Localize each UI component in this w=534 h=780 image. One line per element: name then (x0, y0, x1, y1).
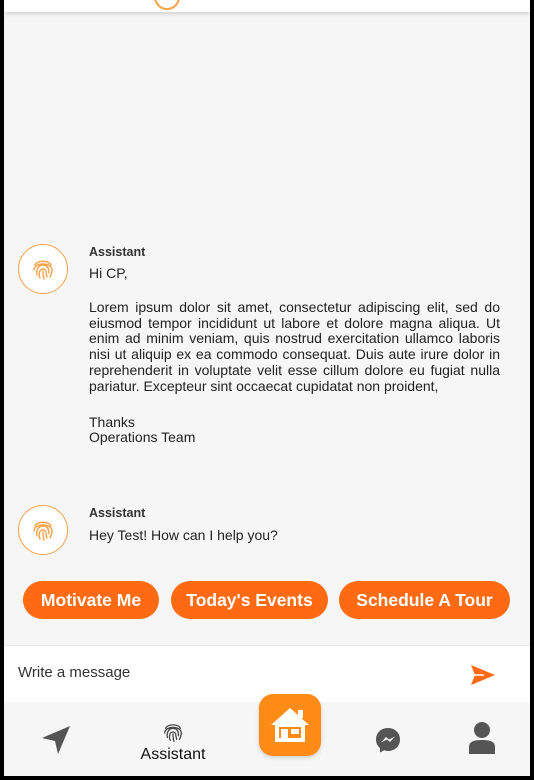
message-input[interactable]: Write a message (18, 664, 130, 681)
nav-label-assistant: Assistant (140, 746, 206, 763)
nav-item-home[interactable] (259, 694, 321, 756)
nav-item-assistant[interactable]: Assistant (128, 712, 218, 772)
home-icon (271, 708, 309, 742)
nav-item-messenger[interactable] (366, 722, 410, 758)
profile-icon (469, 722, 495, 754)
bottom-navigation: Assistant (4, 694, 530, 776)
app-header (4, 0, 530, 12)
fingerprint-icon (164, 724, 182, 742)
send-button[interactable] (468, 662, 498, 688)
send-icon (471, 665, 495, 685)
quick-replies: Motivate Me Today's Events Schedule A To… (4, 581, 530, 621)
message-signoff-thanks: Thanks (89, 413, 135, 430)
nav-item-explore[interactable] (34, 720, 78, 760)
nav-item-profile[interactable] (460, 718, 504, 758)
quick-reply-schedule-tour[interactable]: Schedule A Tour (339, 581, 510, 619)
message-signoff-team: Operations Team (89, 429, 196, 446)
message-body: Hey Test! How can I help you? (89, 527, 278, 543)
navigation-arrow-icon (42, 726, 70, 754)
header-logo-icon (154, 0, 180, 10)
quick-reply-todays-events[interactable]: Today's Events (171, 581, 328, 619)
message-greeting: Hi CP, (89, 265, 128, 281)
quick-reply-motivate-me[interactable]: Motivate Me (23, 581, 159, 619)
message-sender: Assistant (89, 245, 146, 259)
fingerprint-icon (33, 260, 53, 280)
message-paragraph: Lorem ipsum dolor sit amet, consectetur … (89, 298, 500, 394)
messenger-icon (376, 728, 400, 753)
chat-screen: Assistant Hi CP, Lorem ipsum dolor sit a… (4, 0, 530, 776)
assistant-avatar (18, 244, 68, 294)
message-sender: Assistant (89, 506, 146, 520)
assistant-avatar (18, 505, 68, 555)
fingerprint-icon (33, 521, 53, 541)
message-body: Hi CP, Lorem ipsum dolor sit amet, conse… (89, 265, 500, 446)
